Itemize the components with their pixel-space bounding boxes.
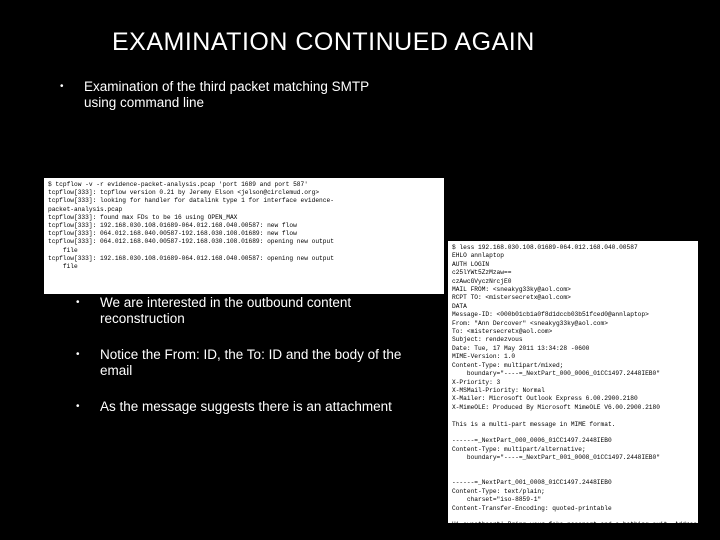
bullet-item: • Examination of the third packet matchi…: [0, 75, 720, 121]
bullet-text: As the message suggests there is an atta…: [100, 399, 392, 415]
slide-title: EXAMINATION CONTINUED AGAIN: [0, 0, 720, 57]
bullet-text: We are interested in the outbound conten…: [100, 295, 420, 327]
bullet-text: Examination of the third packet matching…: [84, 79, 404, 111]
bullet-dot-icon: •: [76, 295, 100, 311]
terminal-output-tcpflow: $ tcpflow -v -r evidence-packet-analysis…: [44, 178, 444, 294]
bullet-dot-icon: •: [76, 347, 100, 363]
bullet-dot-icon: •: [76, 399, 100, 415]
terminal-output-email: $ less 192.168.030.108.01689-064.012.168…: [448, 241, 698, 523]
bullet-text: Notice the From: ID, the To: ID and the …: [100, 347, 420, 379]
bullet-dot-icon: •: [60, 79, 84, 95]
